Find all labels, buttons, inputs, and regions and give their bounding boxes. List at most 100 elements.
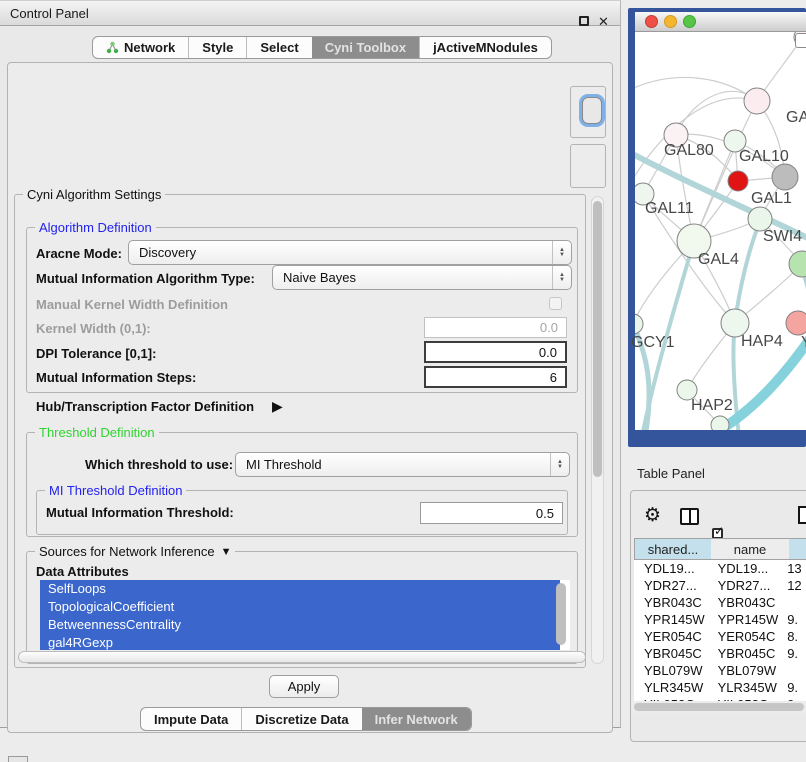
minimize-traffic-light[interactable] xyxy=(664,15,677,28)
expand-arrow-icon[interactable]: ▼ xyxy=(221,546,232,558)
column-header-shared-label: shared... xyxy=(648,542,699,557)
table-row[interactable]: YPR145WYPR145W9. xyxy=(634,611,806,628)
split-columns-icon[interactable] xyxy=(680,508,699,525)
node-label: SWI4 xyxy=(763,228,802,246)
close-icon[interactable]: ✕ xyxy=(598,15,609,28)
list-item[interactable]: TopologicalCoefficient xyxy=(40,598,560,616)
list-item[interactable]: BetweennessCentrality xyxy=(40,616,560,634)
mi-threshold-legend: MI Threshold Definition xyxy=(45,483,186,498)
which-threshold-select[interactable]: MI Threshold ▲▼ xyxy=(235,452,570,477)
table-hscrollbar-track[interactable] xyxy=(632,701,806,713)
table-hscrollbar-thumb[interactable] xyxy=(634,703,804,711)
dpi-tolerance-input[interactable]: 0.0 xyxy=(424,341,567,363)
settings-scrollbar-thumb[interactable] xyxy=(593,201,602,477)
table-row[interactable]: YDL19...YDL19...13 xyxy=(634,560,806,577)
mi-type-label: Mutual Information Algorithm Type: xyxy=(36,271,255,286)
close-traffic-light[interactable] xyxy=(645,15,658,28)
data-attributes-label: Data Attributes xyxy=(36,564,129,579)
screen: Control Panel ✕ Network Style Select Cyn… xyxy=(0,0,806,762)
column-header-name-label: name xyxy=(734,542,767,557)
zoom-traffic-light[interactable] xyxy=(683,15,696,28)
node-label: HAP4 xyxy=(741,333,783,351)
threshold-definition-legend: Threshold Definition xyxy=(35,425,159,440)
collapse-arrow-icon[interactable]: ▶ xyxy=(272,398,283,415)
kernel-width-input[interactable]: 0.0 xyxy=(424,317,567,338)
node-label: GCY1 xyxy=(631,334,675,352)
stepper-icon[interactable]: ▲▼ xyxy=(550,453,569,476)
table-row[interactable]: YBL079WYBL079W xyxy=(634,662,806,679)
table-row[interactable]: YBR043CYBR043C xyxy=(634,594,806,611)
apply-button-label: Apply xyxy=(288,679,321,694)
list-scrollbar-thumb[interactable] xyxy=(556,583,566,645)
network-overlay-fragment xyxy=(795,33,806,48)
stepper-icon[interactable]: ▲▼ xyxy=(552,241,571,264)
dpi-tolerance-value: 0.0 xyxy=(539,345,557,360)
focused-combo-fragment xyxy=(582,97,602,124)
aracne-mode-select[interactable]: Discovery ▲▼ xyxy=(128,240,572,265)
column-header-name[interactable]: name xyxy=(711,538,790,560)
node-green[interactable] xyxy=(789,251,806,277)
tab-infer-network[interactable]: Infer Network xyxy=(362,708,471,730)
data-attributes-list[interactable]: SelfLoops TopologicalCoefficient Between… xyxy=(40,580,570,650)
mi-steps-value: 6 xyxy=(550,370,557,385)
table-row[interactable]: YER054CYER054C8. xyxy=(634,628,806,645)
list-item[interactable]: SelfLoops xyxy=(40,580,560,598)
horizontal-scrollbar[interactable] xyxy=(18,651,586,663)
tab-select-label: Select xyxy=(260,40,298,55)
table-row[interactable]: YLR345WYLR345W9. xyxy=(634,679,806,696)
tab-jactivemnodules-label: jActiveMNodules xyxy=(433,40,538,55)
node-label: GAL xyxy=(786,109,806,127)
settings-scrollbar-track[interactable] xyxy=(591,196,604,664)
table-row[interactable]: YBR045CYBR045C9. xyxy=(634,645,806,662)
control-panel-title: Control Panel xyxy=(0,6,89,21)
sources-legend: Sources for Network Inference ▼ xyxy=(35,544,235,559)
column-header-partial[interactable] xyxy=(789,538,806,560)
manual-kernel-label: Manual Kernel Width Definition xyxy=(36,297,228,312)
algorithm-definition-legend: Algorithm Definition xyxy=(35,220,156,235)
which-threshold-label: Which threshold to use: xyxy=(85,457,233,472)
dpi-tolerance-label: DPI Tolerance [0,1]: xyxy=(36,346,156,361)
mi-threshold-label: Mutual Information Threshold: xyxy=(46,505,234,520)
mi-steps-label: Mutual Information Steps: xyxy=(36,370,196,385)
tab-cyni-toolbox-label: Cyni Toolbox xyxy=(325,40,406,55)
node-label: GAL4 xyxy=(698,251,739,269)
mi-type-value: Naive Bayes xyxy=(283,270,356,285)
tab-jactivemnodules[interactable]: jActiveMNodules xyxy=(419,37,551,58)
aracne-mode-value: Discovery xyxy=(139,245,196,260)
tab-network[interactable]: Network xyxy=(93,37,188,58)
node-red[interactable] xyxy=(728,171,748,191)
mi-threshold-input[interactable]: 0.5 xyxy=(420,502,563,524)
tab-network-label: Network xyxy=(124,40,175,55)
tab-impute-data[interactable]: Impute Data xyxy=(141,708,241,730)
mi-steps-input[interactable]: 6 xyxy=(424,366,567,388)
node-label: Y xyxy=(801,334,806,352)
mi-type-select[interactable]: Naive Bayes ▲▼ xyxy=(272,265,572,290)
table-panel-title: Table Panel xyxy=(637,466,705,481)
node-label: HAP2 xyxy=(691,397,733,415)
aracne-mode-label: Aracne Mode: xyxy=(36,246,122,261)
tab-select[interactable]: Select xyxy=(246,37,311,58)
float-window-icon[interactable] xyxy=(579,16,589,26)
table-row[interactable]: YDR27...YDR27...12 xyxy=(634,577,806,594)
node[interactable] xyxy=(711,416,729,430)
list-item[interactable]: gal4RGexp xyxy=(40,634,560,650)
node[interactable] xyxy=(744,88,770,114)
stepper-icon[interactable]: ▲▼ xyxy=(552,266,571,289)
bottom-tabbar: Impute Data Discretize Data Infer Networ… xyxy=(140,707,472,731)
tab-style[interactable]: Style xyxy=(188,37,246,58)
node-gcy1[interactable] xyxy=(635,314,643,334)
tab-cyni-toolbox[interactable]: Cyni Toolbox xyxy=(312,37,419,58)
apply-button[interactable]: Apply xyxy=(269,675,339,698)
document-icon[interactable] xyxy=(798,506,806,524)
gear-icon[interactable]: ⚙ xyxy=(644,506,661,525)
table-body[interactable]: YDL19...YDL19...13 YDR27...YDR27...12 YB… xyxy=(634,560,806,701)
tab-discretize-data[interactable]: Discretize Data xyxy=(241,708,361,730)
node-salmon[interactable] xyxy=(786,311,806,335)
network-tab-icon xyxy=(106,41,119,54)
column-header-shared[interactable]: shared... xyxy=(634,538,712,560)
control-panel-tabbar: Network Style Select Cyni Toolbox jActiv… xyxy=(92,36,552,59)
manual-kernel-checkbox[interactable] xyxy=(549,297,562,310)
cyni-algorithm-settings-legend: Cyni Algorithm Settings xyxy=(23,187,165,202)
node-gray[interactable] xyxy=(772,164,798,190)
kernel-width-value: 0.0 xyxy=(540,320,558,335)
